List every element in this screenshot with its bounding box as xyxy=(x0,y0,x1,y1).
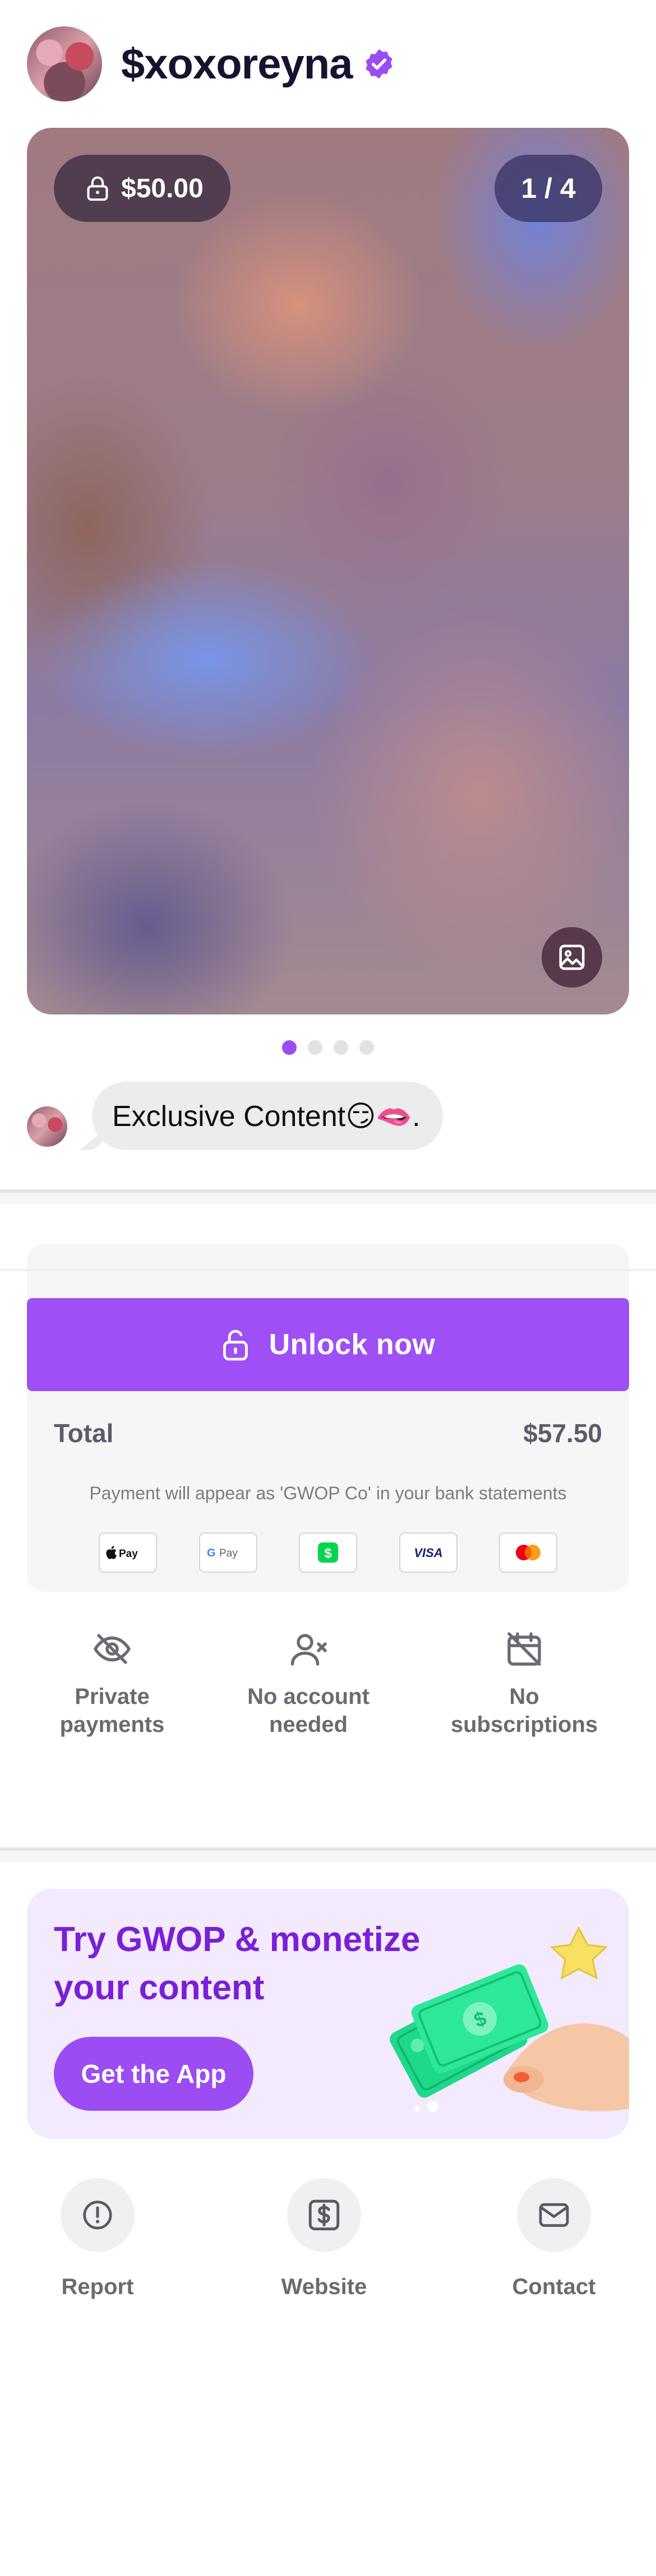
get-app-button[interactable]: Get the App xyxy=(54,2037,253,2111)
website-label: Website xyxy=(281,2274,367,2299)
google-pay-icon: G Pay xyxy=(198,1532,257,1573)
carousel-dots xyxy=(0,1040,656,1055)
mastercard-icon xyxy=(499,1532,557,1573)
creator-message: Exclusive Content😏🫦. xyxy=(27,1082,443,1150)
image-icon xyxy=(559,944,585,970)
feature-label: Private payments xyxy=(59,1684,165,1737)
unlock-icon xyxy=(223,1329,248,1361)
divider xyxy=(0,1269,656,1271)
avatar xyxy=(27,1106,67,1147)
svg-text:Pay: Pay xyxy=(219,1548,238,1559)
feature-label: No account needed xyxy=(247,1684,369,1737)
payment-methods: Pay G Pay $ VISA xyxy=(99,1532,557,1573)
unlock-label: Unlock now xyxy=(269,1328,436,1361)
feature-no-account: No account needed xyxy=(235,1628,381,1739)
feature-private: Private payments xyxy=(34,1628,191,1739)
verified-check-icon xyxy=(366,49,392,79)
contact-label: Contact xyxy=(512,2274,596,2299)
svg-text:G: G xyxy=(207,1547,216,1559)
carousel-dot[interactable] xyxy=(359,1040,374,1055)
username[interactable]: $xoxoreyna xyxy=(121,40,353,89)
svg-text:VISA: VISA xyxy=(414,1546,442,1560)
report-link[interactable]: Report xyxy=(30,2178,165,2300)
calendar-off-icon xyxy=(507,1632,541,1666)
feature-label: No subscriptions xyxy=(450,1684,598,1737)
apple-pay-icon: Pay xyxy=(99,1532,157,1573)
report-label: Report xyxy=(61,2274,134,2299)
contact-link[interactable]: Contact xyxy=(487,2178,621,2300)
eye-off-icon xyxy=(93,1634,131,1664)
money-hand-illustration: $ xyxy=(390,1926,629,2112)
svg-text:$: $ xyxy=(324,1546,332,1561)
carousel-dot[interactable] xyxy=(308,1040,322,1055)
carousel-dot[interactable] xyxy=(282,1040,297,1055)
total-label: Total xyxy=(54,1419,114,1448)
user-x-icon xyxy=(290,1634,327,1666)
statement-note: Payment will appear as 'GWOP Co' in your… xyxy=(89,1483,567,1503)
divider xyxy=(0,1851,656,1862)
price-label: $50.00 xyxy=(121,173,204,203)
feature-no-subscriptions: No subscriptions xyxy=(443,1628,606,1739)
website-link[interactable]: Website xyxy=(257,2178,391,2300)
avatar[interactable] xyxy=(27,26,102,101)
price-badge: $50.00 xyxy=(54,155,230,222)
unlock-button[interactable]: Unlock now xyxy=(27,1298,629,1391)
blurred-media-preview[interactable]: $50.00 1 / 4 xyxy=(27,128,629,1014)
total-row: Total $57.50 xyxy=(54,1418,602,1448)
carousel-dot[interactable] xyxy=(334,1040,348,1055)
svg-text:Pay: Pay xyxy=(119,1548,138,1560)
visa-icon: VISA xyxy=(399,1532,458,1573)
gallery-button[interactable] xyxy=(542,927,602,988)
promo-banner[interactable]: Try GWOP & monetize your content Get the… xyxy=(27,1889,629,2139)
profile-header: $xoxoreyna xyxy=(27,26,396,102)
message-bubble: Exclusive Content😏🫦. xyxy=(92,1082,443,1150)
cash-app-icon: $ xyxy=(299,1532,357,1573)
dollar-square-icon xyxy=(308,2199,340,2231)
lock-icon xyxy=(87,176,108,201)
mail-icon xyxy=(539,2203,569,2227)
divider xyxy=(0,1193,656,1204)
total-value: $57.50 xyxy=(523,1419,602,1448)
media-counter: 1 / 4 xyxy=(495,155,602,222)
alert-circle-icon xyxy=(83,2200,112,2230)
